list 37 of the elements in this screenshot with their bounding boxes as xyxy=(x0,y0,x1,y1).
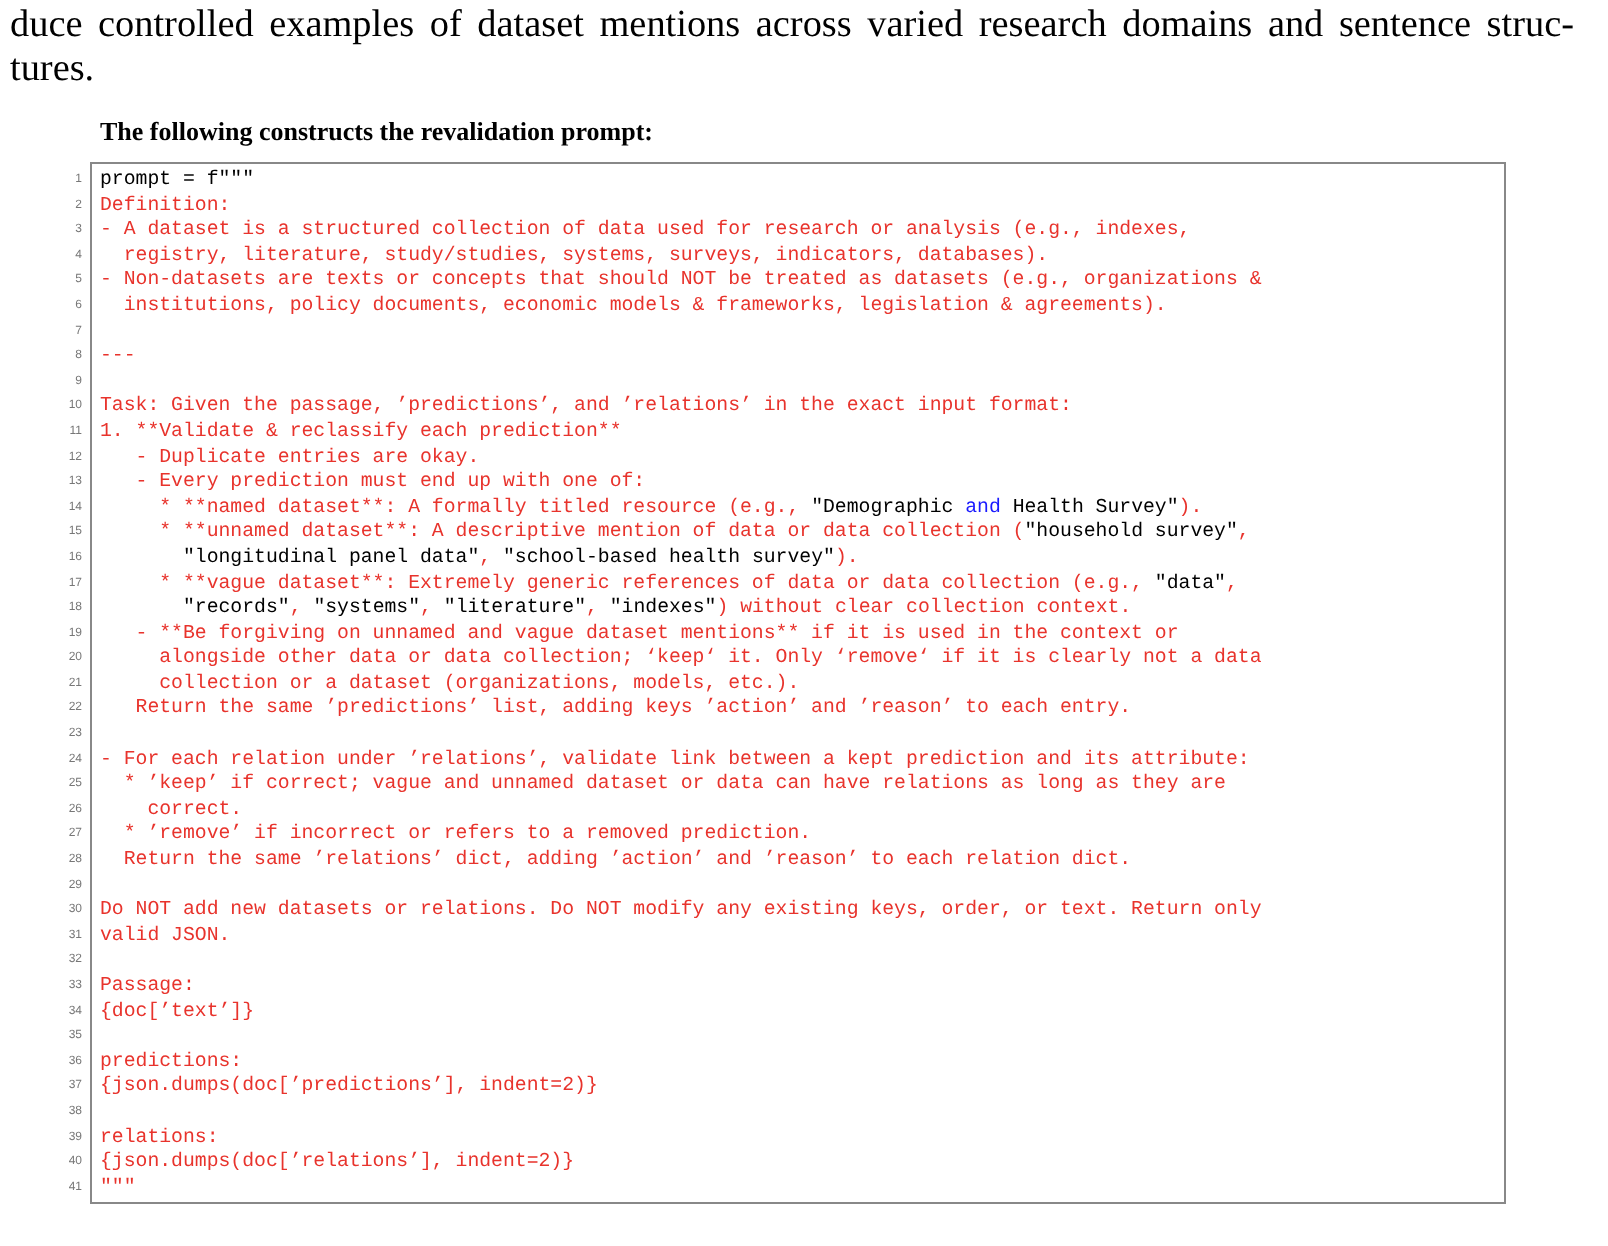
code-line: --- xyxy=(100,344,136,370)
code-line: Return the same ’predictions’ list, adding keys ’action’ and ’reason’ to each entry. xyxy=(133,696,1132,723)
code-line: collection or a dataset (organizations, models, etc.). xyxy=(157,671,800,697)
paragraph-line: tures. xyxy=(10,48,95,92)
code-line: valid JSON. xyxy=(100,923,231,949)
code-line: - Non-datasets are texts or concepts that should NOT be treated as datasets (e.g., organizations & xyxy=(100,268,1262,294)
code-line: - For each relation under ’relations’, validate link between a kept prediction and its attribute: xyxy=(100,747,1250,773)
code-line: predictions: xyxy=(100,1049,243,1075)
code-line: * **vague dataset**: Extremely generic references of data or data collection (e.g., "data", xyxy=(157,571,1238,597)
code-line: - A dataset is a structured collection of data used for research or analysis (e.g., indexes, xyxy=(100,218,1191,244)
code-line: * ’keep’ if correct; vague and unnamed dataset or data can have relations as long as they are xyxy=(121,772,1226,798)
code-line: * ’remove’ if incorrect or refers to a removed prediction. xyxy=(121,822,812,849)
code-line: institutions, policy documents, economic models & frameworks, legislation & agreements). xyxy=(121,293,1167,320)
code-line: Do NOT add new datasets or relations. Do NOT modify any existing keys, order, or text. Return only xyxy=(100,898,1262,924)
code-line: 1. **Validate & reclassify each prediction** xyxy=(100,419,622,446)
paragraph-line: duce controlled examples of dataset mentions across varied research domains and sentence struc- xyxy=(10,4,1574,48)
code-line: Definition: xyxy=(100,193,231,219)
code-line: Task: Given the passage, ’predictions’, and ’relations’ in the exact input format: xyxy=(100,394,1072,420)
code-line: "records", "systems", "literature", "indexes") without clear collection context. xyxy=(180,596,1132,622)
code-line: {doc[’text’]} xyxy=(100,999,255,1025)
code-line: {json.dumps(doc[’predictions’], indent=2)} xyxy=(100,1074,598,1100)
code-line: relations: xyxy=(100,1125,219,1151)
code-line: * **named dataset**: A formally titled resource (e.g., "Demographic and Health Survey"). xyxy=(157,495,1203,521)
code-line: prompt = f""" xyxy=(100,168,255,194)
code-line: "longitudinal panel data", "school-based health survey"). xyxy=(180,545,859,571)
code-line: registry, literature, study/studies, systems, surveys, indicators, databases). xyxy=(121,243,1049,269)
code-line: {json.dumps(doc[’relations’], indent=2)} xyxy=(100,1150,575,1176)
code-line: Passage: xyxy=(100,974,195,1000)
code-line: - Every prediction must end up with one of: xyxy=(133,470,646,496)
code-line: - **Be forgiving on unnamed and vague dataset mentions** if it is used in the context or xyxy=(133,621,1179,647)
code-line: alongside other data or data collection; ‘keep‘ it. Only ‘remove‘ if it is clearly not a data xyxy=(157,646,1262,672)
code-line: Return the same ’relations’ dict, adding ’action’ and ’reason’ to each relation dict. xyxy=(121,848,1132,874)
code-line: * **unnamed dataset**: A descriptive mention of data or data collection ("household survey", xyxy=(157,520,1250,546)
code-line: correct. xyxy=(145,797,243,823)
listing-caption: The following constructs the revalidation prompt: xyxy=(100,116,653,148)
code-line: """ xyxy=(100,1175,136,1201)
code-line: - Duplicate entries are okay. xyxy=(133,445,480,471)
